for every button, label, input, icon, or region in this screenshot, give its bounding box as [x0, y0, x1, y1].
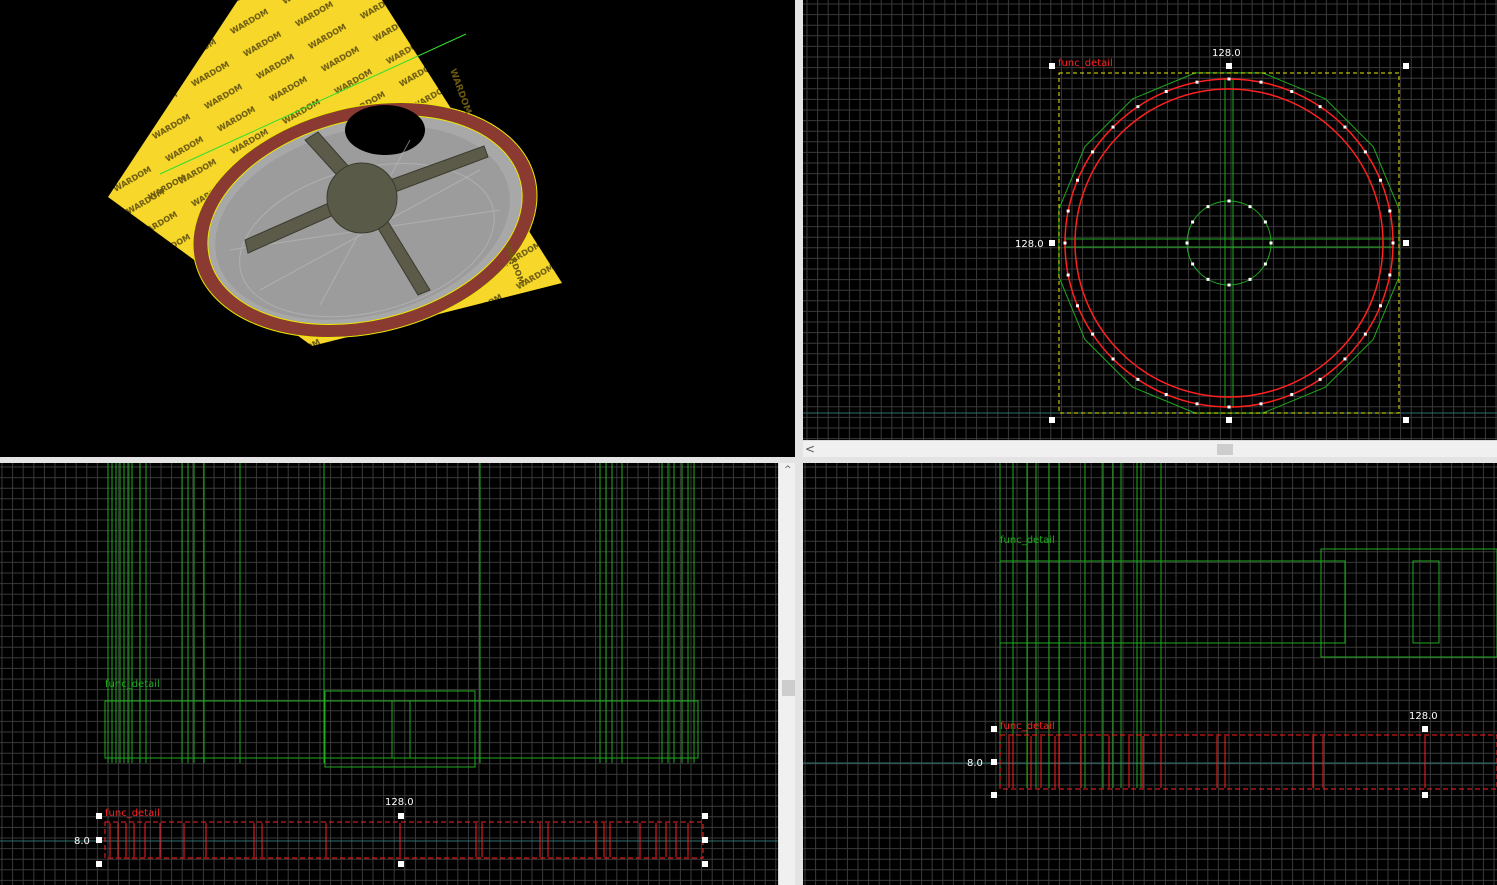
selection-handle: [1422, 726, 1428, 732]
height-label: 8.0: [74, 836, 90, 847]
vertex: [1343, 357, 1347, 361]
vertex: [1379, 304, 1383, 308]
width-label: 128.0: [1212, 48, 1241, 59]
selected-label: func_detail: [1000, 721, 1055, 732]
viewport-side-2d[interactable]: func_detail func_detail 128.0 8.0: [803, 463, 1497, 885]
selection-handle: [1049, 417, 1055, 423]
selection-handle: [702, 837, 708, 843]
selection-handle: [398, 861, 404, 867]
viewport-front-2d[interactable]: func_detail func_detail 128.0 8.0: [0, 463, 778, 885]
entity-label: func_detail: [1058, 58, 1113, 69]
vertex: [1379, 178, 1383, 182]
vertex: [1066, 273, 1070, 277]
width-label: 128.0: [385, 797, 414, 808]
scroll-up-arrow-icon[interactable]: ^: [784, 465, 792, 475]
vertex: [1227, 405, 1231, 409]
detail-label: func_detail: [105, 679, 160, 690]
viewport-3d-camera[interactable]: WARDOM WARDOM WARDOM WARDOM: [0, 0, 795, 457]
selection-handle: [702, 813, 708, 819]
selection-handle: [96, 813, 102, 819]
vertex: [1191, 220, 1195, 224]
selection-handle: [1422, 792, 1428, 798]
vertex: [1259, 80, 1263, 84]
selection-handle: [991, 759, 997, 765]
detail-label: func_detail: [1000, 535, 1055, 546]
selected-label: func_detail: [105, 808, 160, 819]
vertex: [1318, 105, 1322, 109]
vertex: [1063, 241, 1067, 245]
vertex: [1075, 178, 1079, 182]
vertex: [1111, 125, 1115, 129]
vertex: [1263, 220, 1267, 224]
height-label: 128.0: [1015, 239, 1044, 250]
fan-hub: [326, 162, 398, 234]
selection-handle: [991, 726, 997, 732]
vertex: [1206, 277, 1210, 281]
scroll-left-arrow-icon[interactable]: <: [805, 441, 815, 458]
vertex: [1164, 89, 1168, 93]
selection-handle: [96, 837, 102, 843]
selection-handle: [1403, 63, 1409, 69]
selection-handle: [96, 861, 102, 867]
vertex: [1290, 89, 1294, 93]
selection-handle: [1403, 417, 1409, 423]
vertex: [1391, 241, 1395, 245]
height-label: 8.0: [967, 758, 983, 769]
scroll-thumb[interactable]: [782, 680, 795, 696]
vertex: [1363, 150, 1367, 154]
selection-handle: [702, 861, 708, 867]
viewport-splitter-horizontal[interactable]: [0, 457, 1497, 463]
selection-handle: [398, 813, 404, 819]
selection-handle: [1049, 240, 1055, 246]
top-view-canvas: func_detail 128.0 128.0: [803, 0, 1497, 440]
vertex: [1185, 241, 1189, 245]
selection-handle: [1226, 63, 1232, 69]
vertex: [1227, 199, 1231, 203]
selection-handle: [1226, 417, 1232, 423]
vertex: [1195, 80, 1199, 84]
vertex: [1136, 377, 1140, 381]
vertex: [1091, 332, 1095, 336]
front-view-canvas: func_detail func_detail 128.0 8.0: [0, 463, 778, 885]
viewport-splitter-vertical[interactable]: [795, 0, 803, 885]
detail-box: [324, 690, 476, 768]
vertex: [1343, 125, 1347, 129]
vertex: [1269, 241, 1273, 245]
selection-handle: [1403, 240, 1409, 246]
vertex: [1111, 357, 1115, 361]
viewport-top-2d[interactable]: func_detail 128.0 128.0: [803, 0, 1497, 440]
scroll-thumb[interactable]: [1217, 444, 1233, 455]
top-view-scrollbar[interactable]: <: [803, 440, 1497, 458]
vertex: [1136, 105, 1140, 109]
vertex: [1191, 262, 1195, 266]
vertex: [1290, 393, 1294, 397]
vertex: [1066, 209, 1070, 213]
vertex: [1363, 332, 1367, 336]
vertex: [1259, 402, 1263, 406]
vertex: [1195, 402, 1199, 406]
vertex: [1318, 377, 1322, 381]
width-label: 128.0: [1409, 711, 1438, 722]
vertex: [1164, 393, 1168, 397]
side-view-canvas: func_detail func_detail 128.0 8.0: [803, 463, 1497, 885]
vertex: [1206, 205, 1210, 209]
selection-handle: [1049, 63, 1055, 69]
vertex: [1091, 150, 1095, 154]
camera-view: WARDOM WARDOM WARDOM WARDOM: [108, 0, 562, 346]
vertex: [1248, 277, 1252, 281]
vertex: [1263, 262, 1267, 266]
vertex: [1227, 77, 1231, 81]
vertex: [1388, 209, 1392, 213]
vertex: [1227, 283, 1231, 287]
selection-handle: [991, 792, 997, 798]
vertex: [1248, 205, 1252, 209]
vertex: [1075, 304, 1079, 308]
vertex: [1388, 273, 1392, 277]
